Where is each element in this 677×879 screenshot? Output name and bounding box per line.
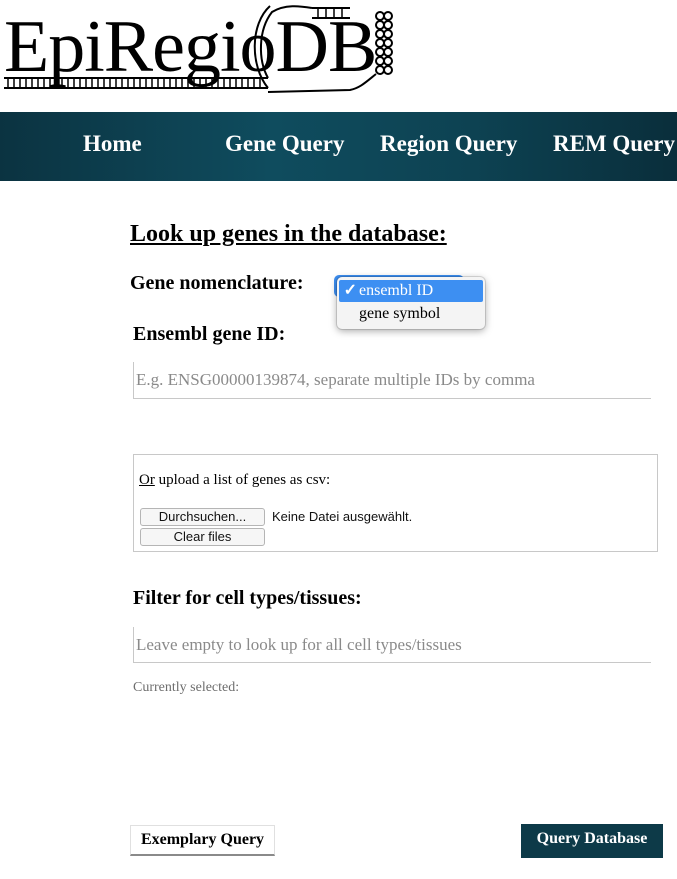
option-ensembl-id[interactable]: ✓ ensembl ID xyxy=(339,280,483,302)
browse-button[interactable]: Durchsuchen... xyxy=(140,508,265,526)
nomenclature-dropdown: ✓ ensembl ID gene symbol xyxy=(337,277,485,329)
nav-gene-query[interactable]: Gene Query xyxy=(225,112,344,181)
nav-region-query[interactable]: Region Query xyxy=(380,112,517,181)
gene-id-label: Ensembl gene ID: xyxy=(133,323,286,345)
clear-files-button[interactable]: Clear files xyxy=(140,528,265,546)
upload-label: Or upload a list of genes as csv: xyxy=(139,472,331,488)
nav-rem-query[interactable]: REM Query xyxy=(553,112,675,181)
page-title: Look up genes in the database: xyxy=(130,221,447,247)
nomenclature-label: Gene nomenclature: xyxy=(130,272,304,294)
file-status: Keine Datei ausgewählt. xyxy=(272,509,413,524)
nav-home[interactable]: Home xyxy=(83,112,142,181)
dna-helix-icon xyxy=(4,5,393,93)
checkmark-icon: ✓ xyxy=(343,282,357,299)
option-label: gene symbol xyxy=(359,305,441,322)
upload-panel: Or upload a list of genes as csv: Durchs… xyxy=(133,454,658,552)
filter-label: Filter for cell types/tissues: xyxy=(133,587,362,609)
exemplary-query-button[interactable]: Exemplary Query xyxy=(130,825,275,856)
query-database-button[interactable]: Query Database xyxy=(521,824,663,858)
epiregio-logo[interactable]: EpiRegioDB xyxy=(0,0,400,100)
main-navbar: Home Gene Query Region Query REM Query xyxy=(0,112,677,181)
option-label: ensembl ID xyxy=(359,282,434,299)
celltype-filter-input[interactable] xyxy=(133,627,651,663)
gene-id-input[interactable] xyxy=(133,362,651,399)
currently-selected-label: Currently selected: xyxy=(133,680,240,695)
option-gene-symbol[interactable]: gene symbol xyxy=(339,303,483,325)
